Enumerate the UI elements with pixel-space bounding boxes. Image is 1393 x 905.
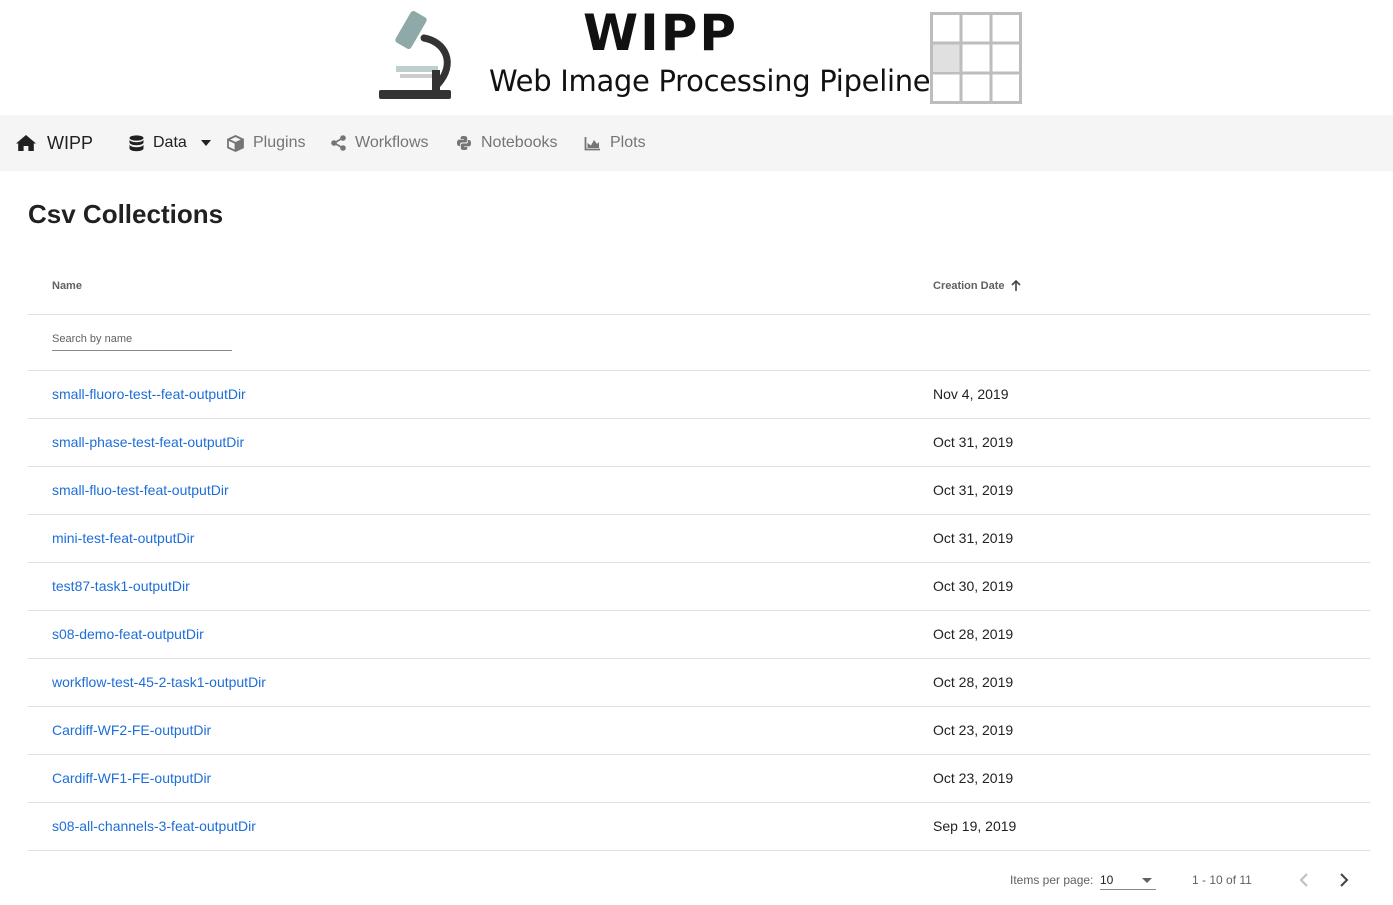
column-header-name-label: Name [52, 280, 82, 292]
table-body: small-fluoro-test--feat-outputDir Nov 4,… [28, 371, 1370, 851]
cube-icon [227, 134, 244, 152]
chevron-left-icon [1299, 873, 1308, 887]
next-page-button[interactable] [1330, 866, 1358, 894]
nav-brand-label: WIPP [47, 132, 94, 153]
table-row: Cardiff-WF2-FE-outputDir Oct 23, 2019 [28, 707, 1370, 755]
database-icon [129, 134, 144, 152]
items-per-page-label: Items per page: [1010, 873, 1094, 887]
dropdown-arrow-icon [1142, 878, 1152, 883]
nav-item-plots-label: Plots [610, 134, 646, 151]
chevron-right-icon [1340, 873, 1349, 887]
main-navbar: WIPP Data Plugins Workflows Notebooks Pl… [0, 115, 1393, 171]
collection-name-link[interactable]: test87-task1-outputDir [52, 578, 190, 594]
nav-brand-home[interactable]: WIPP [15, 115, 93, 171]
table-row: workflow-test-45-2-task1-outputDir Oct 2… [28, 659, 1370, 707]
table-row: Cardiff-WF1-FE-outputDir Oct 23, 2019 [28, 755, 1370, 803]
table-filter-row [28, 315, 1370, 371]
nav-item-notebooks[interactable]: Notebooks [456, 115, 558, 171]
table-row: small-fluo-test-feat-outputDir Oct 31, 2… [28, 467, 1370, 515]
collection-name-link[interactable]: Cardiff-WF2-FE-outputDir [52, 722, 211, 738]
collection-name-link[interactable]: small-fluo-test-feat-outputDir [52, 482, 229, 498]
table-row: s08-demo-feat-outputDir Oct 28, 2019 [28, 611, 1370, 659]
items-per-page-select[interactable]: 10 [1100, 867, 1156, 890]
page-title: Csv Collections [28, 199, 224, 229]
column-header-name[interactable]: Name [52, 280, 82, 292]
creation-date: Oct 28, 2019 [933, 674, 1014, 690]
creation-date: Oct 31, 2019 [933, 482, 1014, 498]
collection-name-link[interactable]: mini-test-feat-outputDir [52, 530, 194, 546]
table-row: small-fluoro-test--feat-outputDir Nov 4,… [28, 371, 1370, 419]
creation-date: Oct 30, 2019 [933, 578, 1014, 594]
column-header-creation-date[interactable]: Creation Date [933, 280, 1021, 292]
python-icon [456, 135, 472, 151]
nav-item-workflows[interactable]: Workflows [331, 115, 429, 171]
table-header-row: Name Creation Date [28, 258, 1370, 315]
nav-item-plugins[interactable]: Plugins [227, 115, 305, 171]
search-by-name-input[interactable] [52, 331, 232, 351]
table-row: s08-all-channels-3-feat-outputDir Sep 19… [28, 803, 1370, 851]
home-icon [15, 134, 37, 152]
header-banner: WIPP Web Image Processing Pipelines [0, 0, 1393, 115]
column-header-date-label: Creation Date [933, 280, 1005, 292]
creation-date: Oct 31, 2019 [933, 530, 1014, 546]
chevron-down-icon[interactable] [200, 140, 211, 146]
image-grid-logo-icon [930, 12, 1022, 104]
creation-date: Oct 31, 2019 [933, 434, 1014, 450]
nav-item-data-label: Data [153, 134, 187, 151]
creation-date: Oct 23, 2019 [933, 770, 1014, 786]
wipp-logo-title: WIPP [583, 4, 739, 62]
table-row: mini-test-feat-outputDir Oct 31, 2019 [28, 515, 1370, 563]
collection-name-link[interactable]: workflow-test-45-2-task1-outputDir [52, 674, 266, 690]
collection-name-link[interactable]: s08-all-channels-3-feat-outputDir [52, 818, 256, 834]
nav-item-plots[interactable]: Plots [584, 115, 646, 171]
collection-name-link[interactable]: s08-demo-feat-outputDir [52, 626, 204, 642]
table-paginator: Items per page: 10 1 - 10 of 11 [0, 864, 1393, 896]
sort-ascending-arrow-icon [1010, 280, 1021, 292]
creation-date: Oct 23, 2019 [933, 722, 1014, 738]
nav-item-plugins-label: Plugins [253, 134, 306, 151]
nav-item-notebooks-label: Notebooks [481, 134, 558, 151]
microscope-logo-icon [379, 11, 451, 99]
share-icon [331, 135, 346, 151]
csv-collections-table: Name Creation Date small-fluoro-test--fe… [28, 258, 1370, 851]
collection-name-link[interactable]: small-phase-test-feat-outputDir [52, 434, 244, 450]
collection-name-link[interactable]: small-fluoro-test--feat-outputDir [52, 386, 246, 402]
table-row: test87-task1-outputDir Oct 30, 2019 [28, 563, 1370, 611]
table-row: small-phase-test-feat-outputDir Oct 31, … [28, 419, 1370, 467]
creation-date: Sep 19, 2019 [933, 818, 1017, 834]
wipp-logo-subtitle: Web Image Processing Pipelines [489, 64, 946, 98]
nav-item-workflows-label: Workflows [355, 134, 429, 151]
creation-date: Nov 4, 2019 [933, 386, 1009, 402]
previous-page-button[interactable] [1290, 866, 1318, 894]
page-range-label: 1 - 10 of 11 [1192, 873, 1252, 887]
items-per-page-value: 10 [1100, 873, 1114, 887]
area-chart-icon [584, 136, 601, 151]
collection-name-link[interactable]: Cardiff-WF1-FE-outputDir [52, 770, 211, 786]
creation-date: Oct 28, 2019 [933, 626, 1014, 642]
nav-item-data[interactable]: Data [129, 115, 211, 171]
